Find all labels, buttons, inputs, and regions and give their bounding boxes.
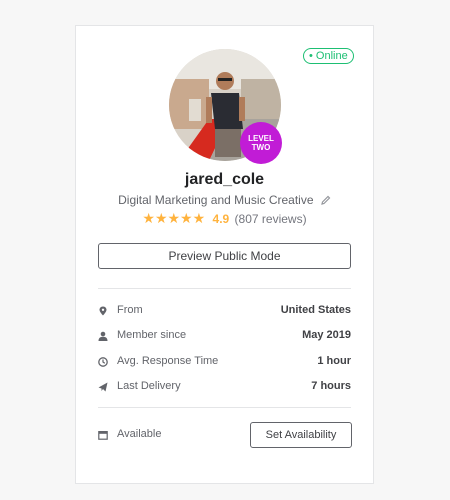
user-icon bbox=[98, 330, 108, 341]
info-value: May 2019 bbox=[302, 329, 351, 341]
level-badge-line2: TWO bbox=[251, 143, 271, 152]
info-row-last-delivery: Last Delivery 7 hours bbox=[98, 378, 351, 394]
info-row-member-since: Member since May 2019 bbox=[98, 327, 351, 343]
info-value: 1 hour bbox=[317, 355, 351, 367]
info-label: Last Delivery bbox=[117, 380, 181, 392]
level-badge-line1: LEVEL bbox=[248, 134, 274, 143]
username: jared_cole bbox=[184, 171, 265, 188]
star-rating-icon: ★★★★★ bbox=[142, 210, 206, 226]
rating: ★★★★★ 4.9 (807 reviews) bbox=[76, 210, 373, 227]
review-count: (807 reviews) bbox=[234, 212, 307, 226]
info-label: From bbox=[117, 304, 143, 316]
preview-public-mode-button[interactable]: Preview Public Mode bbox=[98, 243, 351, 269]
edit-pencil-icon[interactable] bbox=[321, 194, 331, 208]
online-status-badge: • Online bbox=[303, 48, 354, 64]
availability-label: Available bbox=[117, 428, 162, 440]
rating-score: 4.9 bbox=[212, 212, 230, 226]
set-availability-button[interactable]: Set Availability bbox=[250, 422, 352, 448]
seller-profile-card: • Online LEVEL TWO jared_cole Digital Ma… bbox=[75, 25, 374, 484]
info-row-from: From United States bbox=[98, 302, 351, 318]
tagline: Digital Marketing and Music Creative bbox=[76, 193, 373, 208]
location-pin-icon bbox=[98, 305, 108, 316]
tagline-text: Digital Marketing and Music Creative bbox=[118, 193, 314, 207]
info-row-response-time: Avg. Response Time 1 hour bbox=[98, 353, 351, 369]
calendar-icon bbox=[98, 429, 108, 440]
level-two-badge: LEVEL TWO bbox=[240, 122, 282, 164]
paper-plane-icon bbox=[98, 381, 108, 392]
divider bbox=[98, 288, 351, 289]
info-label: Member since bbox=[117, 329, 187, 341]
info-value: United States bbox=[280, 304, 351, 316]
info-label: Avg. Response Time bbox=[117, 355, 219, 367]
divider bbox=[98, 407, 351, 408]
info-value: 7 hours bbox=[311, 380, 351, 392]
clock-icon bbox=[98, 356, 108, 367]
